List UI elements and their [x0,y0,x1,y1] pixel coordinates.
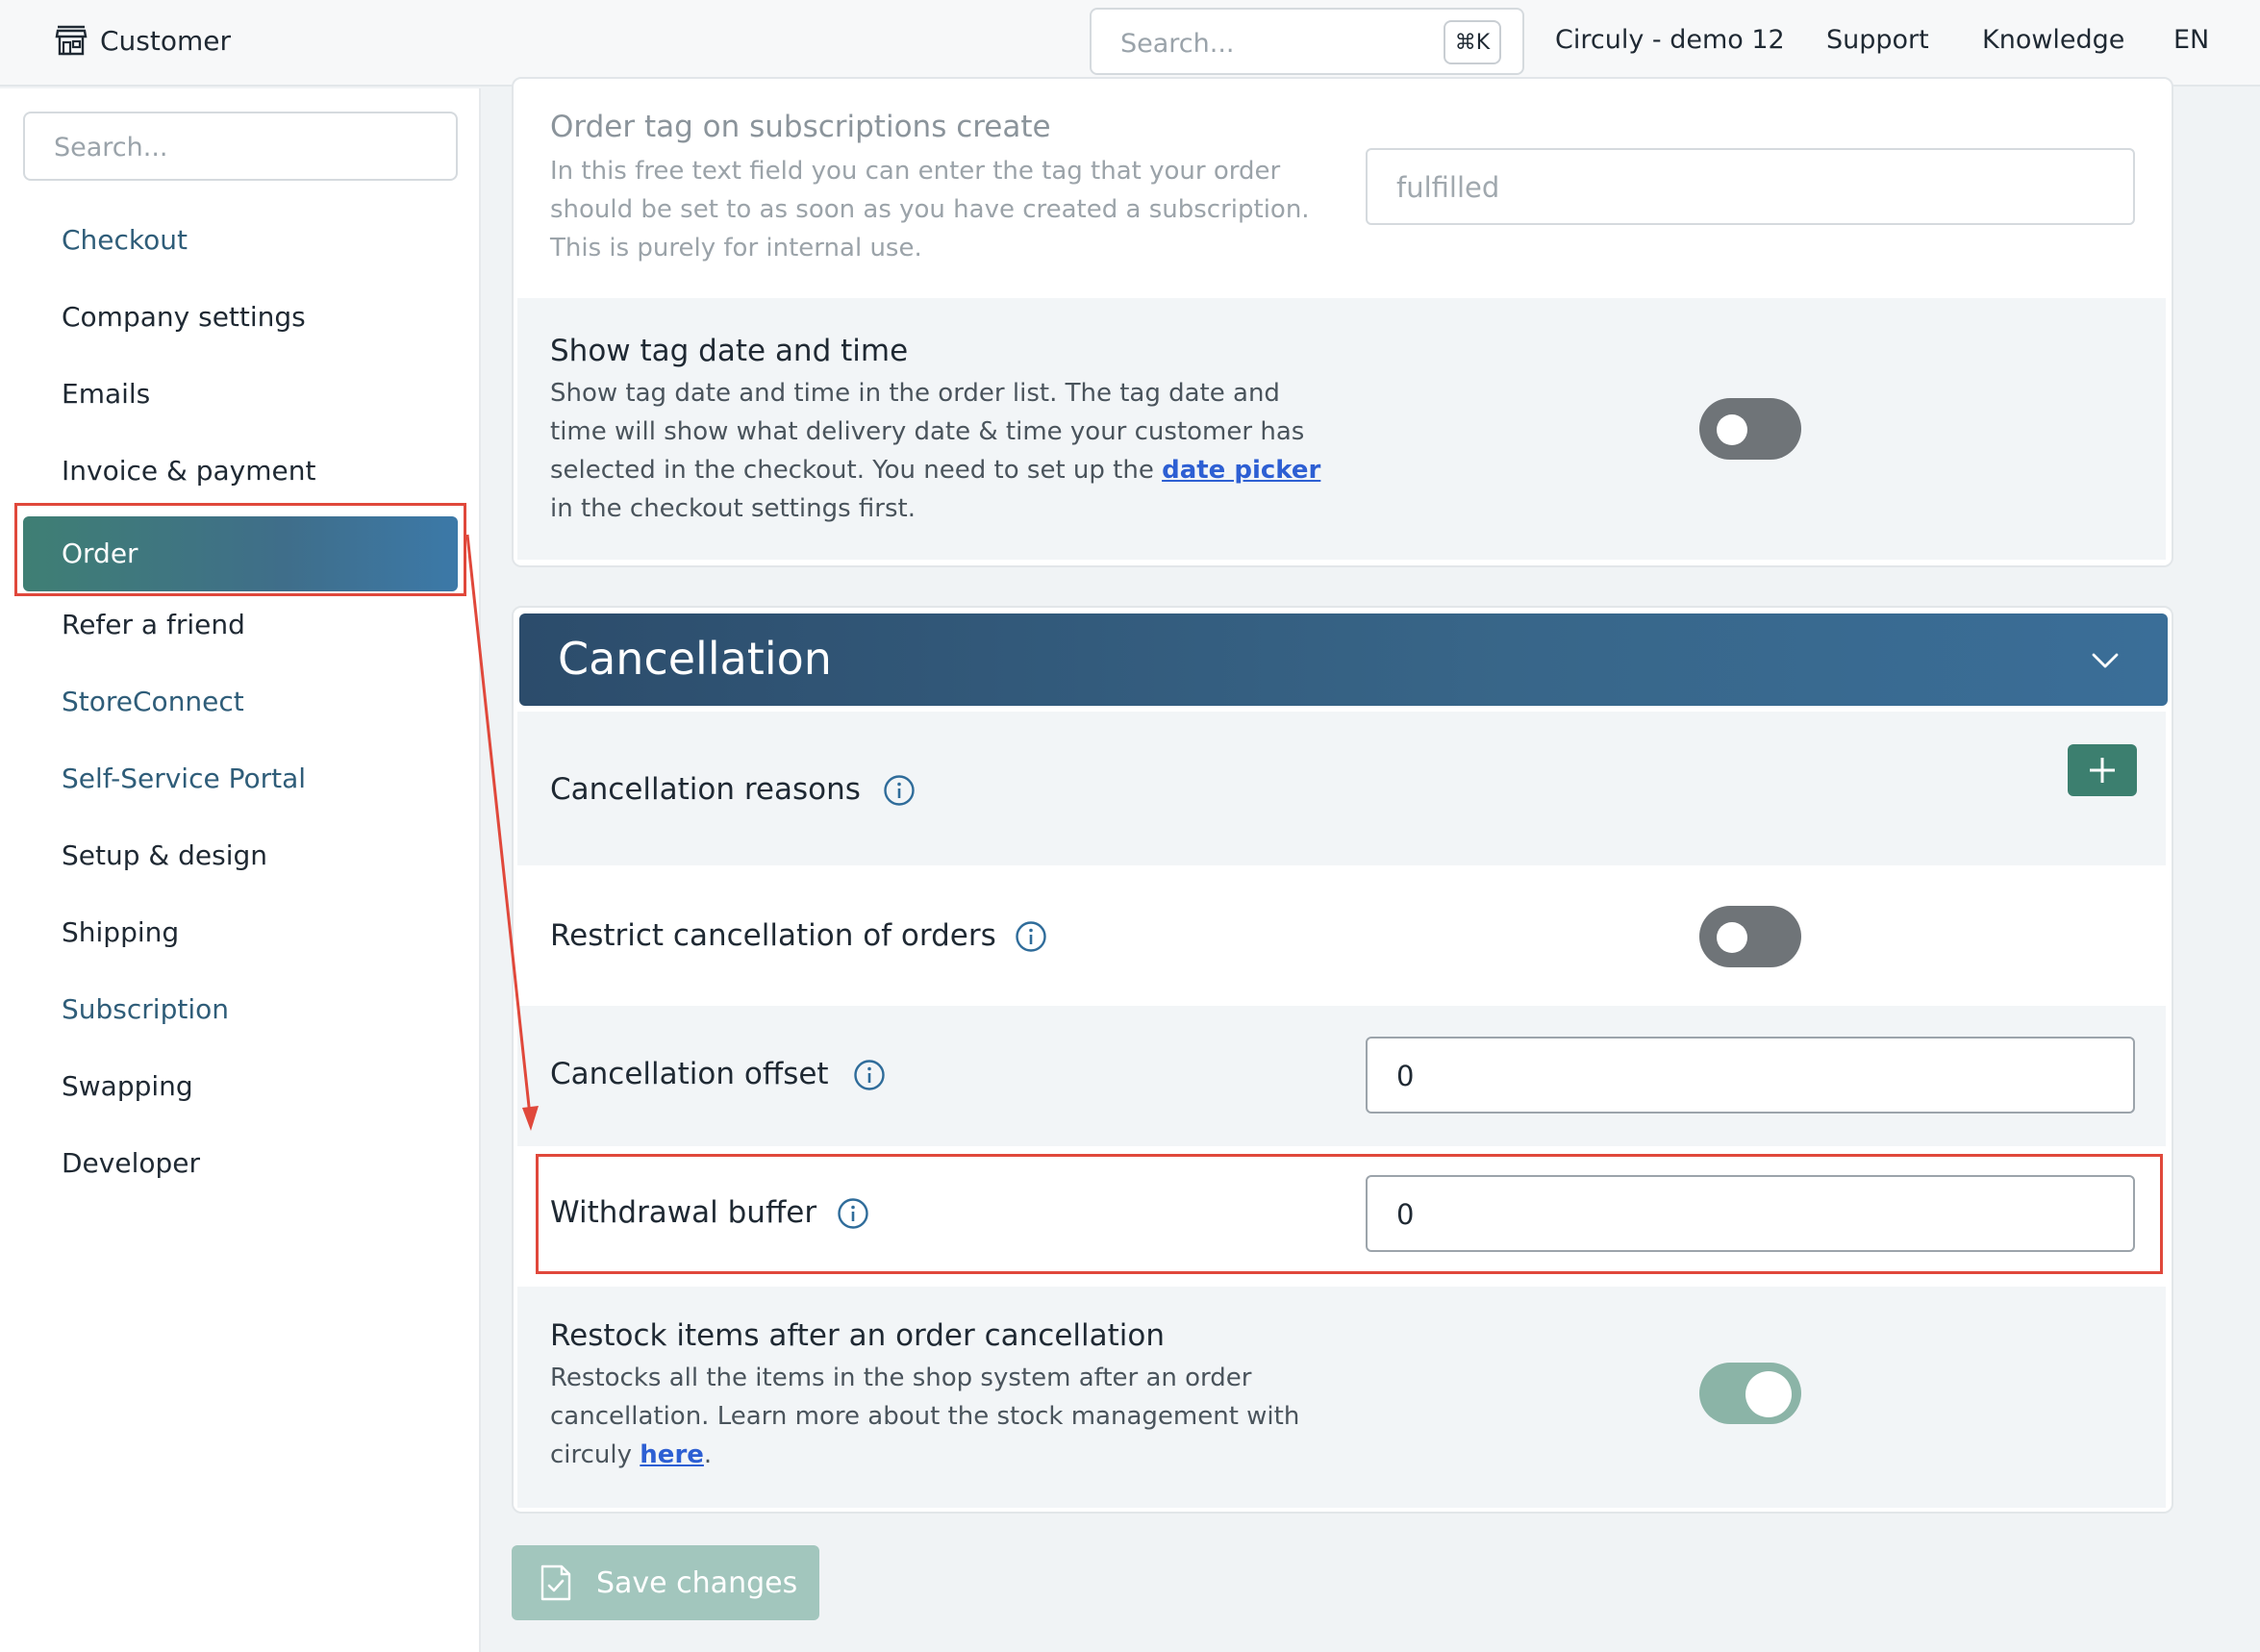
sidebar-item-storeconnect[interactable]: StoreConnect [62,686,244,724]
sidebar: Search... Checkout Company settings Emai… [0,88,481,1652]
sidebar-item-invoice-payment[interactable]: Invoice & payment [62,455,315,493]
sidebar-item-setup-design[interactable]: Setup & design [62,839,267,878]
sidebar-item-subscription[interactable]: Subscription [62,993,229,1032]
save-changes-button[interactable]: Save changes [512,1545,819,1620]
cancellation-offset-title: Cancellation offset [550,1057,829,1091]
date-picker-link[interactable]: date picker [1162,456,1320,485]
withdrawal-buffer-value: 0 [1396,1198,1415,1231]
tag-on-create-input[interactable]: fulfilled [1366,148,2135,225]
stock-management-link[interactable]: here [640,1440,704,1469]
add-cancellation-reason-button[interactable] [2068,744,2137,796]
sidebar-item-swapping[interactable]: Swapping [62,1070,193,1109]
support-link[interactable]: Support [1826,25,1929,55]
language-switcher[interactable]: EN [2173,25,2209,55]
show-tag-date-text-end: in the checkout settings first. [550,494,916,523]
sidebar-item-refer-a-friend[interactable]: Refer a friend [62,609,245,647]
restock-description: Restocks all the items in the shop syste… [550,1359,1319,1474]
sidebar-search-placeholder: Search... [54,133,168,163]
save-changes-label: Save changes [596,1566,798,1600]
toggle-knob [1717,922,1747,953]
sidebar-item-order-label: Order [62,538,138,569]
info-icon[interactable] [853,1059,886,1091]
show-tag-date-toggle[interactable] [1699,398,1801,460]
cancellation-reasons-title: Cancellation reasons [550,772,861,807]
global-search-placeholder: Search... [1120,29,1235,59]
cancellation-section-header[interactable]: Cancellation [519,613,2168,706]
chevron-down-icon [2092,653,2119,668]
show-tag-date-description: Show tag date and time in the order list… [550,374,1329,528]
tag-on-create-placeholder: fulfilled [1396,171,1500,204]
cancellation-section-title: Cancellation [558,633,832,685]
tag-on-create-description: In this free text field you can enter th… [550,157,1310,263]
cancellation-offset-input[interactable]: 0 [1366,1037,2135,1114]
search-shortcut-badge: ⌘K [1444,20,1501,64]
knowledge-link[interactable]: Knowledge [1982,25,2124,55]
sidebar-item-shipping[interactable]: Shipping [62,916,179,955]
sidebar-item-developer[interactable]: Developer [62,1147,200,1186]
document-check-icon [540,1564,571,1601]
sidebar-item-order[interactable]: Order [23,516,458,591]
sidebar-item-self-service-portal[interactable]: Self-Service Portal [62,763,306,801]
sidebar-item-company-settings[interactable]: Company settings [62,301,306,339]
restrict-cancellation-toggle[interactable] [1699,906,1801,967]
toggle-knob [1745,1371,1792,1417]
toggle-knob [1717,414,1747,445]
restock-text-end: . [703,1440,713,1469]
app-title: Customer [100,24,232,57]
sidebar-item-emails[interactable]: Emails [62,378,150,416]
tag-on-create-title: Order tag on subscriptions create [550,110,1051,144]
info-icon[interactable] [883,774,916,807]
cancellation-offset-value: 0 [1396,1060,1415,1092]
restock-title: Restock items after an order cancellatio… [550,1318,1165,1353]
info-icon[interactable] [1015,920,1047,953]
top-bar: Customer Search... ⌘K Circuly - demo 12 … [0,0,2260,87]
plus-icon [2090,758,2115,783]
store-icon [55,25,88,56]
withdrawal-buffer-title: Withdrawal buffer [550,1195,817,1230]
restrict-cancellation-title: Restrict cancellation of orders [550,918,996,953]
account-switcher[interactable]: Circuly - demo 12 [1555,25,1785,55]
brand[interactable]: Customer [54,23,231,58]
info-icon[interactable] [837,1197,869,1230]
withdrawal-buffer-input[interactable]: 0 [1366,1175,2135,1252]
restock-toggle[interactable] [1699,1363,1801,1424]
show-tag-date-title: Show tag date and time [550,334,909,368]
sidebar-search-input[interactable]: Search... [23,112,458,181]
global-search-input[interactable]: Search... ⌘K [1090,8,1524,75]
sidebar-item-checkout[interactable]: Checkout [62,224,188,263]
